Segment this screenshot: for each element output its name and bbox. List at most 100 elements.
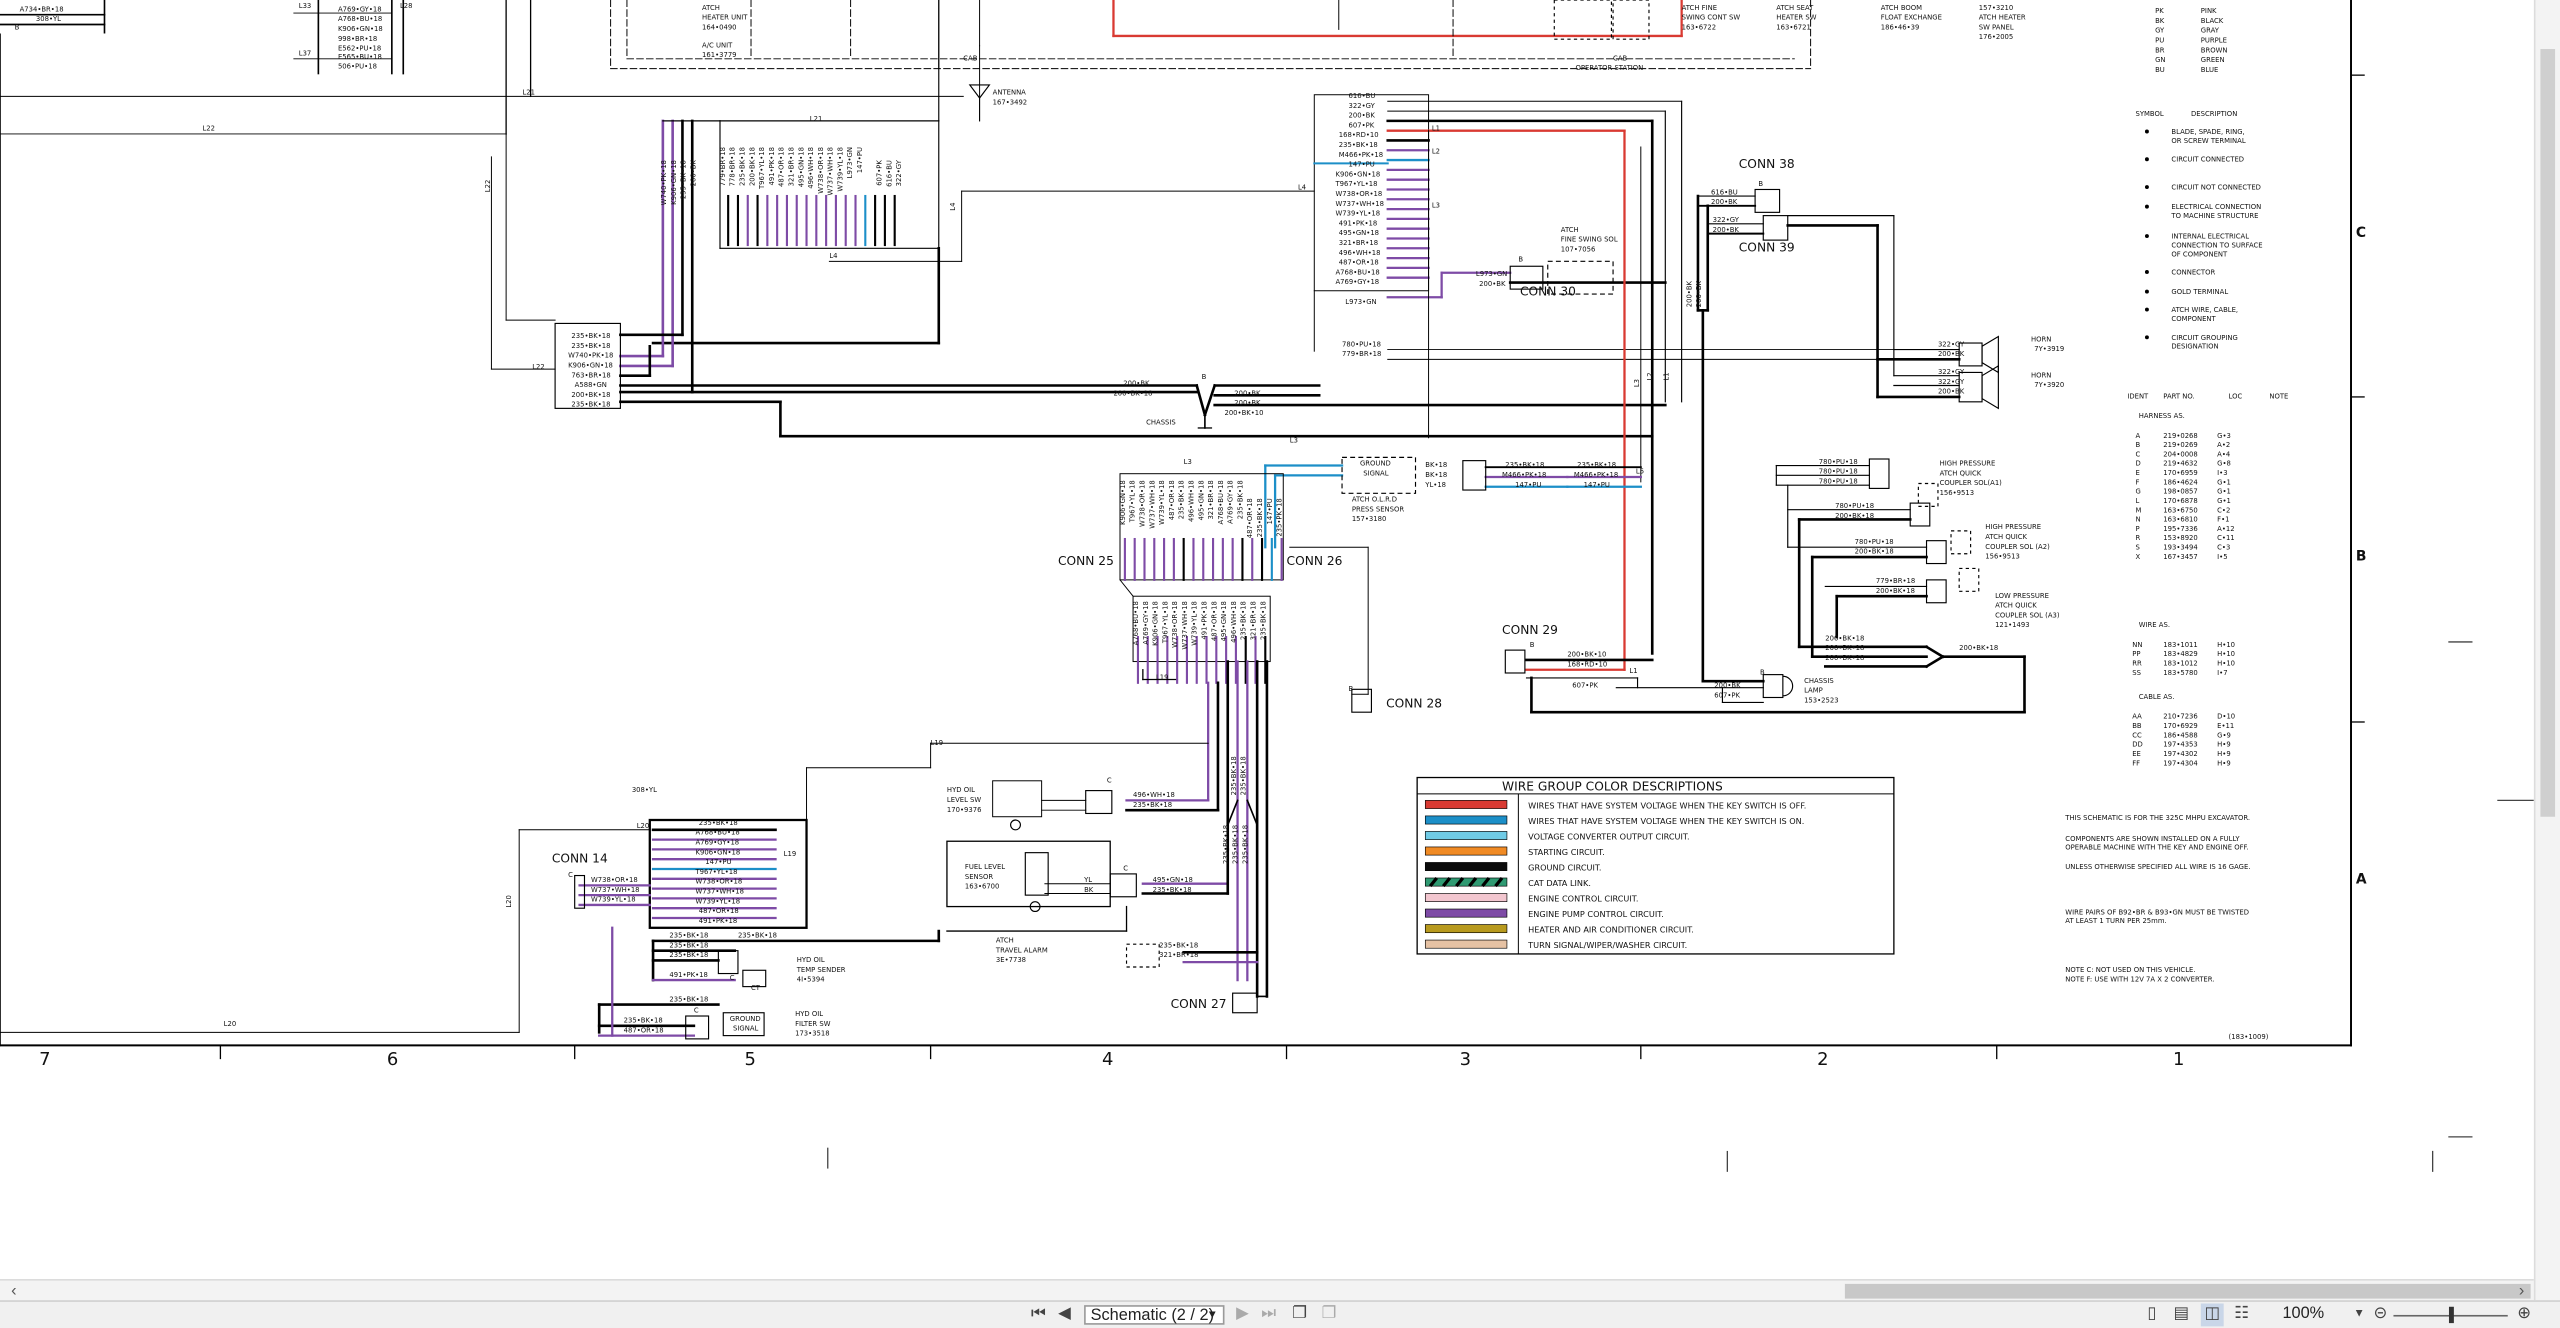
color-code: GY (2155, 27, 2165, 35)
symbol-description: CONNECTOR (2171, 268, 2215, 276)
horizontal-scrollbar[interactable]: ‹ › (0, 1278, 2534, 1302)
wire-label: 200•BK (1711, 198, 1738, 206)
wire-label: L973•GN (1476, 270, 1507, 278)
previous-page-icon[interactable]: ◀ (1056, 1304, 1072, 1327)
wire-label: B (1530, 641, 1535, 649)
conn-39-block (1762, 215, 1789, 241)
color-code: GN (2155, 56, 2165, 64)
vertical-wire-label: A768•BU•18 (1217, 480, 1225, 524)
wire-label: B (1518, 255, 1523, 263)
next-page-icon[interactable]: ▶ (1234, 1304, 1250, 1327)
harness-table-cell: 163•6750 (2163, 506, 2198, 514)
coupler-a3-conn (1925, 579, 1947, 604)
vertical-wire-label: 200•BK (1685, 280, 1693, 307)
grid-row-letter: B (2356, 548, 2367, 564)
harness-table-cell: X (2136, 553, 2141, 561)
legend-description: VOLTAGE CONVERTER OUTPUT CIRCUIT. (1528, 832, 1689, 842)
wire-label: 147•PU (1515, 481, 1541, 489)
component-label: HYD OIL (797, 956, 825, 964)
grid-column-number: 1 (2173, 1049, 2184, 1070)
harness-table-cell: G•1 (2217, 497, 2231, 505)
wire-label: 779•BR•18 (1342, 350, 1381, 358)
symbol-description: OF COMPONENT (2171, 250, 2228, 258)
zoom-slider-thumb[interactable] (2448, 1306, 2454, 1324)
horizontal-scroll-thumb[interactable] (1844, 1283, 2531, 1299)
vertical-wire-label: 200•BK•18 (748, 147, 756, 186)
component-label: GROUND (730, 1015, 761, 1023)
component-label: 164•0490 (702, 23, 737, 31)
harness-table-cell: 170•6878 (2163, 497, 2198, 505)
grid-row-letter: C (2356, 225, 2366, 241)
wire-label: B (1202, 373, 1207, 381)
wire-label: 200•BK•18 (1876, 587, 1915, 595)
wire-label: K906•GN•18 (1336, 170, 1381, 178)
wire-label: L3 (1290, 437, 1298, 445)
wire-label: L4 (829, 252, 837, 260)
color-name: BLACK (2201, 17, 2224, 25)
component-label: CT (751, 984, 761, 992)
last-page-icon[interactable]: ⏭ (1259, 1304, 1279, 1327)
wire-label: C (1123, 865, 1128, 873)
facing-pages-icon[interactable]: ◫ (2200, 1303, 2224, 1327)
vertical-scroll-thumb[interactable] (2540, 49, 2556, 817)
harness-table-cell: 219•0268 (2163, 432, 2198, 440)
harness-table-cell: 183•5780 (2163, 669, 2198, 677)
wire-label: 200•BK•18 (1825, 644, 1864, 652)
harness-table-cell: I•7 (2217, 669, 2227, 677)
first-page-icon[interactable]: ⏮ (1029, 1304, 1049, 1327)
symbol-description: CIRCUIT CONNECTED (2171, 156, 2244, 164)
continuous-facing-icon[interactable]: ☷ (2230, 1304, 2253, 1327)
harness-table-cell: A•4 (2217, 450, 2230, 458)
component-label: ATCH O.L.R.D (1352, 495, 1397, 503)
zoom-dropdown-icon[interactable]: ▼ (2351, 1304, 2367, 1327)
component-label: 163•6700 (965, 883, 1000, 891)
wire-label: C (568, 871, 573, 879)
legend-swatch (1424, 893, 1508, 902)
symbol-description: DESIGNATION (2171, 343, 2218, 351)
scroll-left-icon[interactable]: ‹ (3, 1281, 24, 1302)
wire-label: 200•BK (1479, 280, 1506, 288)
symbol-icon (2144, 129, 2149, 134)
zoom-level[interactable]: 100% (2282, 1304, 2324, 1327)
harness-table-cell: 204•0008 (2163, 450, 2198, 458)
harness-table-cell: G•8 (2217, 460, 2231, 468)
wire-label: 779•BR•18 (1876, 577, 1915, 585)
continuous-page-icon[interactable]: ▤ (2171, 1304, 2191, 1327)
vertical-wire-label: W738•OR•18 (1138, 480, 1146, 527)
vertical-wire-label: A769•GY•18 (1227, 480, 1235, 524)
symbol-icon (2144, 204, 2149, 209)
scroll-right-icon[interactable]: › (2511, 1281, 2532, 1302)
wire-label: L21 (810, 115, 823, 123)
wire-label: 780•PU•18 (1819, 478, 1858, 486)
wire-label: 235•BK•18 (669, 995, 708, 1003)
vertical-wire-label: 235•BK•18 (1230, 756, 1238, 795)
zoom-out-icon[interactable]: ⊝ (2371, 1304, 2391, 1327)
next-view-icon[interactable]: ❐ (1318, 1304, 1341, 1327)
previous-view-icon[interactable]: ❐ (1288, 1304, 1311, 1327)
vertical-wire-label: A768•BU•18 (1132, 601, 1140, 645)
vertical-wire-label: 235•BK•18 (1256, 498, 1264, 537)
note-text: AT LEAST 1 TURN PER 25mm. (2065, 917, 2166, 925)
symbol-description: CIRCUIT GROUPING (2171, 334, 2237, 342)
zoom-in-icon[interactable]: ⊕ (2514, 1304, 2534, 1327)
component-label: A/C UNIT (702, 41, 733, 49)
wire-label: 235•BK•18 (669, 951, 708, 959)
component-label: 156•9513 (1940, 489, 1975, 497)
vertical-wire-label: W737•WH•18 (827, 147, 835, 196)
harness-table-cell: F•1 (2217, 516, 2229, 524)
color-name: BLUE (2201, 66, 2219, 74)
wire-label: 998•BR•18 (338, 35, 377, 43)
symbol-icon (2144, 289, 2149, 294)
harness-table-cell: 193•3494 (2163, 543, 2198, 551)
wire-label: 235•BK•18 (699, 819, 738, 827)
viewer-toolbar: ⏮ ◀ Schematic (2 / 2) ▼ ▶ ⏭ ❐ ❐ ▯ ▤ ◫ ☷ … (0, 1300, 2560, 1328)
vertical-wire-label: T967•YL•18 (758, 147, 766, 190)
harness-table-cell: SS (2132, 669, 2141, 677)
harness-table-title: WIRE AS. (2139, 621, 2170, 629)
single-page-icon[interactable]: ▯ (2142, 1304, 2162, 1327)
page-selector[interactable]: Schematic (2 / 2) ▼ (1084, 1305, 1225, 1325)
harness-table-cell: AA (2132, 713, 2142, 721)
vertical-scrollbar[interactable] (2533, 0, 2560, 1301)
harness-table-cell: 197•4353 (2163, 741, 2198, 749)
connector-label: CONN 39 (1739, 241, 1795, 255)
